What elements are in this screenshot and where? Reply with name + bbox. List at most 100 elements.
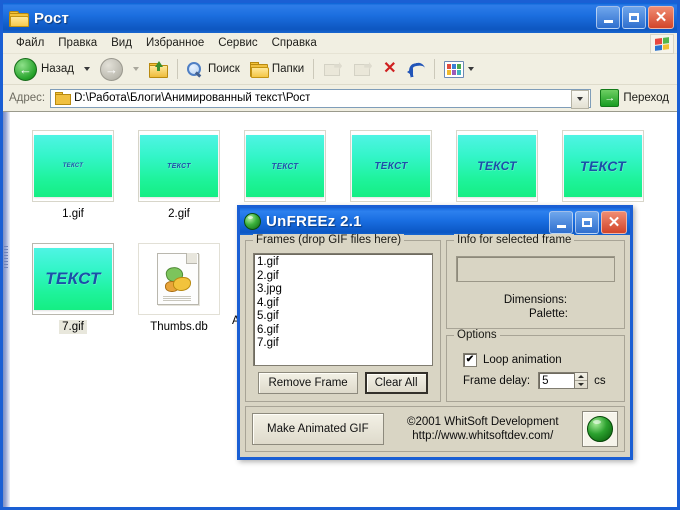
globe-icon [244, 213, 261, 230]
thumbnail-text: ТЕКСТ [374, 160, 408, 172]
up-button[interactable] [144, 58, 173, 81]
back-arrow-icon: ← [14, 57, 37, 81]
search-icon [186, 61, 204, 78]
list-item[interactable]: 6.gif [257, 324, 429, 338]
chevron-down-icon [83, 67, 90, 71]
delete-button[interactable]: ✕ [378, 58, 401, 80]
minimize-button[interactable] [596, 6, 620, 29]
toolbar-separator [433, 59, 435, 79]
move-to-folder-icon [323, 61, 343, 77]
make-animated-gif-button[interactable]: Make Animated GIF [252, 413, 384, 445]
maximize-button[interactable] [622, 6, 646, 29]
folders-button-label: Папки [271, 63, 305, 75]
forward-dropdown-button[interactable] [128, 64, 144, 74]
menu-item-edit[interactable]: Правка [51, 35, 104, 51]
forward-arrow-icon: → [99, 57, 123, 81]
file-name: Thumbs.db [150, 321, 208, 333]
frame-delay-row: Frame delay: 5 cs [463, 372, 617, 389]
frame-delay-value[interactable]: 5 [538, 372, 575, 389]
views-icon [443, 60, 464, 78]
list-item[interactable]: 2.gif [257, 270, 429, 284]
frame-delay-stepper[interactable]: 5 [538, 372, 589, 389]
unfreez-dialog: UnFREEz 2.1 ✕ Frames (drop GIF files her… [237, 205, 633, 460]
menu-item-tools[interactable]: Сервис [211, 35, 264, 51]
back-button[interactable]: ← Назад [9, 55, 79, 84]
unfreez-body: Frames (drop GIF files here) 1.gif 2.gif… [240, 234, 630, 457]
list-item[interactable]: 3.jpg [257, 283, 429, 297]
toolbar: ← Назад → Поиск Папки ✕ [3, 54, 677, 85]
file-name: 1.gif [62, 208, 84, 220]
menu-item-favorites[interactable]: Избранное [139, 35, 211, 51]
loop-animation-row[interactable]: ✔ Loop animation [463, 353, 617, 367]
copyright-line: ©2001 WhitSoft Development [406, 416, 559, 428]
menu-item-view[interactable]: Вид [104, 35, 139, 51]
go-button-label: Переход [623, 92, 669, 104]
undo-icon [406, 61, 426, 78]
unfreez-maximize-button[interactable] [575, 211, 599, 234]
address-input[interactable]: D:\Работа\Блоги\Анимированный текст\Рост [50, 88, 592, 109]
remove-frame-button[interactable]: Remove Frame [258, 372, 358, 394]
windows-flag-icon [650, 34, 674, 54]
list-item[interactable]: ТЕКСТ 7.gif [20, 233, 126, 334]
chevron-down-icon [467, 67, 474, 71]
folders-button[interactable]: Папки [245, 59, 309, 80]
close-button[interactable]: ✕ [648, 6, 674, 29]
list-item[interactable]: 4.gif [257, 297, 429, 311]
frames-listbox[interactable]: 1.gif 2.gif 3.jpg 4.gif 5.gif 6.gif 7.gi… [253, 253, 433, 366]
go-arrow-icon: → [600, 89, 620, 107]
info-values: Dimensions: Palette: [454, 293, 617, 321]
back-dropdown-button[interactable] [79, 64, 95, 74]
check-icon: ✔ [465, 354, 475, 365]
folder-icon [9, 10, 29, 27]
website-link[interactable]: http://www.whitsoftdev.com/ [392, 429, 574, 443]
clear-all-button[interactable]: Clear All [364, 372, 428, 394]
thumbnail-text: ТЕКСТ [167, 162, 191, 170]
address-dropdown-button[interactable] [571, 89, 590, 109]
thumbnail-text: ТЕКСТ [477, 159, 517, 173]
stepper-down-button[interactable] [575, 381, 587, 388]
stepper-arrows[interactable] [574, 372, 589, 389]
thumbnail: ТЕКСТ [350, 130, 432, 202]
forward-button[interactable]: → [95, 55, 128, 84]
frames-group: Frames (drop GIF files here) 1.gif 2.gif… [245, 234, 441, 402]
dimensions-label: Dimensions: [503, 294, 568, 306]
loop-animation-label: Loop animation [483, 354, 562, 366]
list-item[interactable]: 5.gif [257, 310, 429, 324]
delete-icon: ✕ [383, 60, 397, 77]
list-item[interactable]: ТЕКСТ 1.gif [20, 120, 126, 221]
menu-bar: Файл Правка Вид Избранное Сервис Справка [3, 33, 677, 54]
search-button-label: Поиск [207, 63, 240, 75]
undo-button[interactable] [402, 58, 430, 80]
frames-buttons: Remove Frame Clear All [253, 372, 433, 394]
address-value: D:\Работа\Блоги\Анимированный текст\Рост [74, 92, 311, 104]
search-button[interactable]: Поиск [182, 58, 245, 80]
list-item[interactable]: Thumbs.db [126, 233, 232, 334]
list-item[interactable]: ТЕКСТ 2.gif [126, 120, 232, 221]
window-controls: ✕ [596, 6, 674, 29]
info-group-legend: Info for selected frame [454, 234, 575, 246]
views-button[interactable] [439, 58, 479, 81]
unfreez-minimize-button[interactable] [549, 211, 573, 234]
info-group: Info for selected frame Dimensions: Pale… [446, 234, 625, 329]
frame-delay-label: Frame delay: [463, 374, 531, 387]
globe-icon [587, 416, 613, 442]
go-button[interactable]: → Переход [596, 87, 673, 109]
file-name: 2.gif [168, 208, 190, 220]
credit-text: ©2001 WhitSoft Development http://www.wh… [392, 415, 574, 443]
copy-to-folder-icon [353, 61, 373, 77]
menu-item-help[interactable]: Справка [265, 35, 324, 51]
unfreez-top-section: Frames (drop GIF files here) 1.gif 2.gif… [245, 234, 625, 402]
thumbnail-text: ТЕКСТ [580, 158, 626, 174]
unfreez-right-column: Info for selected frame Dimensions: Pale… [446, 234, 625, 402]
address-label: Адрес: [9, 92, 46, 104]
list-item[interactable]: 1.gif [257, 256, 429, 270]
list-item[interactable]: 7.gif [257, 337, 429, 351]
unfreez-bottom-section: Make Animated GIF ©2001 WhitSoft Develop… [245, 406, 625, 452]
loop-animation-checkbox[interactable]: ✔ [463, 353, 477, 367]
unfreez-close-button[interactable]: ✕ [601, 211, 627, 234]
menu-item-file[interactable]: Файл [9, 35, 51, 51]
folders-icon [249, 61, 269, 78]
about-button[interactable] [582, 411, 618, 447]
stepper-up-button[interactable] [575, 373, 588, 381]
task-pane-splitter[interactable] [3, 112, 10, 507]
